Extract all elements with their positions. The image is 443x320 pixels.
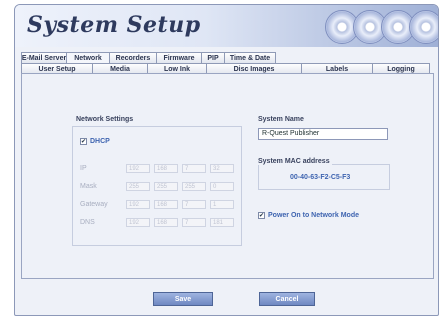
save-button[interactable]: Save bbox=[153, 292, 213, 306]
ip-octet-4[interactable]: 32 bbox=[210, 164, 234, 173]
disc-icon bbox=[409, 10, 438, 44]
dhcp-checkbox[interactable]: ✔ DHCP bbox=[80, 138, 110, 145]
ip-octet-2[interactable]: 168 bbox=[154, 164, 178, 173]
gateway-octet-1[interactable]: 192 bbox=[126, 200, 150, 209]
dns-octet-1[interactable]: 192 bbox=[126, 218, 150, 227]
mask-octet-4[interactable]: 0 bbox=[210, 182, 234, 191]
network-panel: Network Settings ✔ DHCP IP 192 168 7 32 … bbox=[21, 73, 434, 279]
gateway-octet-2[interactable]: 168 bbox=[154, 200, 178, 209]
title-banner: System Setup bbox=[15, 5, 438, 47]
tab-time-date[interactable]: Time & Date bbox=[224, 52, 276, 63]
power-on-network-checkbox[interactable]: ✔ Power On to Network Mode bbox=[258, 212, 359, 219]
tab-pip[interactable]: PIP bbox=[201, 52, 225, 63]
mac-address-title: System MAC address bbox=[256, 158, 332, 165]
mac-address-value: 00-40-63-F2-C5-F3 bbox=[290, 174, 351, 181]
ip-octet-3[interactable]: 7 bbox=[182, 164, 206, 173]
cancel-button[interactable]: Cancel bbox=[259, 292, 315, 306]
mask-octet-2[interactable]: 255 bbox=[154, 182, 178, 191]
tab-firmware[interactable]: Firmware bbox=[156, 52, 202, 63]
checkmark-icon: ✔ bbox=[258, 212, 265, 219]
power-on-network-label: Power On to Network Mode bbox=[268, 212, 360, 219]
gateway-octet-4[interactable]: 1 bbox=[210, 200, 234, 209]
app-title: System Setup bbox=[27, 12, 201, 38]
ip-label: IP bbox=[80, 165, 87, 172]
mask-label: Mask bbox=[80, 183, 97, 190]
dns-label: DNS bbox=[80, 219, 95, 226]
dns-octet-2[interactable]: 168 bbox=[154, 218, 178, 227]
checkmark-icon: ✔ bbox=[80, 138, 87, 145]
system-setup-window: System Setup E-Mail Server Network Recor… bbox=[14, 4, 439, 316]
system-name-title: System Name bbox=[256, 116, 306, 123]
tab-recorders[interactable]: Recorders bbox=[109, 52, 157, 63]
dns-octet-3[interactable]: 7 bbox=[182, 218, 206, 227]
dhcp-label: DHCP bbox=[90, 138, 110, 145]
system-name-input[interactable]: R-Quest Publisher bbox=[258, 128, 388, 140]
tab-email-server[interactable]: E-Mail Server bbox=[21, 52, 67, 63]
tab-row-back: E-Mail Server Network Recorders Firmware… bbox=[21, 52, 276, 63]
dns-octet-4[interactable]: 181 bbox=[210, 218, 234, 227]
gateway-label: Gateway bbox=[80, 201, 108, 208]
mask-octet-1[interactable]: 255 bbox=[126, 182, 150, 191]
tab-network[interactable]: Network bbox=[66, 52, 110, 63]
network-settings-title: Network Settings bbox=[74, 116, 136, 123]
mask-octet-3[interactable]: 255 bbox=[182, 182, 206, 191]
ip-octet-1[interactable]: 192 bbox=[126, 164, 150, 173]
gateway-octet-3[interactable]: 7 bbox=[182, 200, 206, 209]
